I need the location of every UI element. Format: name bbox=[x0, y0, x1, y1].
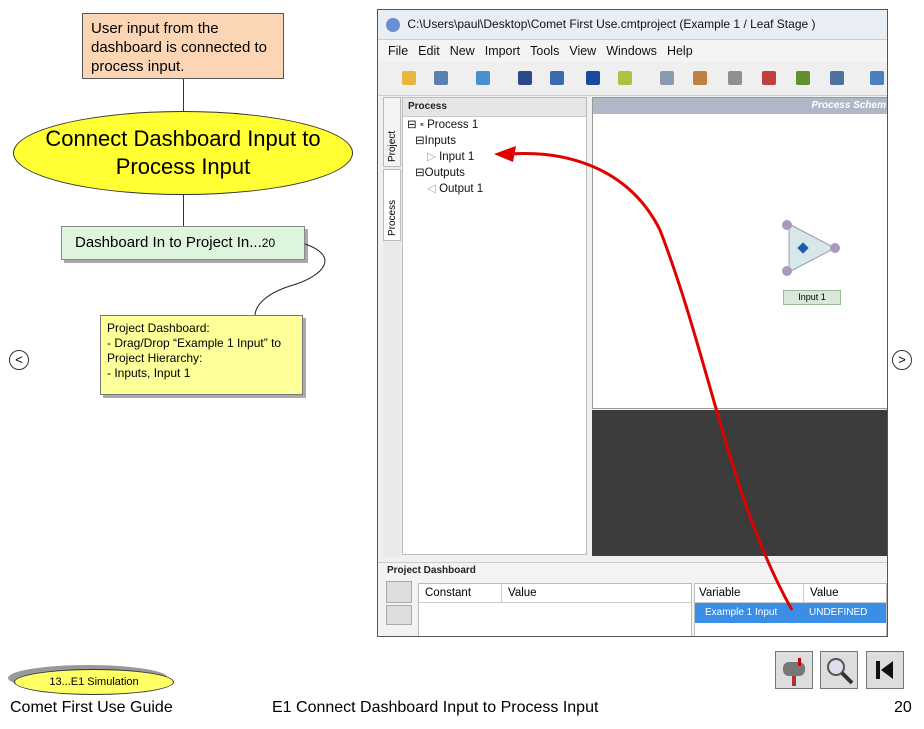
menu-import[interactable]: Import bbox=[485, 40, 520, 62]
menu-file[interactable]: File bbox=[388, 40, 408, 62]
top-note: User input from the dashboard is connect… bbox=[82, 13, 284, 79]
first-page-icon[interactable] bbox=[866, 651, 904, 689]
tool-icon[interactable] bbox=[728, 71, 742, 85]
schematic-title: Process Schem bbox=[593, 98, 887, 114]
window-title: C:\Users\paul\Desktop\Comet First Use.cm… bbox=[407, 17, 816, 31]
value-cell: UNDEFINED bbox=[809, 607, 868, 618]
tool-icon[interactable] bbox=[618, 71, 632, 85]
process-panel-title: Process bbox=[403, 98, 586, 117]
tool-icon[interactable] bbox=[476, 71, 490, 85]
drag-arrow bbox=[494, 146, 794, 611]
tool-icon[interactable] bbox=[830, 71, 844, 85]
tool-icon[interactable] bbox=[796, 71, 810, 85]
menu-view[interactable]: View bbox=[569, 40, 596, 62]
page-title: E1 Connect Dashboard Input to Process In… bbox=[272, 699, 599, 716]
window-titlebar: C:\Users\paul\Desktop\Comet First Use.cm… bbox=[378, 10, 887, 40]
menu-tools[interactable]: Tools bbox=[530, 40, 559, 62]
tool-icon[interactable] bbox=[693, 71, 707, 85]
tool-icon[interactable] bbox=[762, 71, 776, 85]
menu-edit[interactable]: Edit bbox=[418, 40, 440, 62]
step-title-ellipse: Connect Dashboard Input to Process Input bbox=[13, 111, 353, 195]
step-box-label: Dashboard In to Project In... bbox=[75, 234, 262, 251]
callout-connector bbox=[254, 243, 326, 317]
process-icon: ▪ bbox=[419, 119, 424, 131]
app-logo-icon bbox=[386, 17, 400, 32]
tab-project[interactable]: Project bbox=[383, 97, 401, 167]
tool-icon[interactable] bbox=[660, 71, 674, 85]
instruction-note: Project Dashboard: - Drag/Drop “Example … bbox=[100, 315, 303, 395]
tree-node-process[interactable]: ⊟ ▪ Process 1 bbox=[403, 117, 586, 133]
tool-icon[interactable] bbox=[586, 71, 600, 85]
tool-icon[interactable] bbox=[550, 71, 564, 85]
page-number: 20 bbox=[894, 699, 912, 716]
side-tabs: Project Process bbox=[383, 97, 401, 557]
lock-icon[interactable] bbox=[386, 581, 412, 603]
save-icon[interactable] bbox=[434, 71, 448, 85]
toolbar bbox=[378, 63, 887, 96]
input-icon: ▷ bbox=[427, 151, 436, 163]
output-icon: ◁ bbox=[427, 183, 436, 195]
menu-help[interactable]: Help bbox=[667, 40, 693, 62]
tool-icon[interactable] bbox=[870, 71, 884, 85]
dashboard-tool-icon[interactable] bbox=[386, 605, 412, 625]
menu-windows[interactable]: Windows bbox=[606, 40, 657, 62]
menu-new[interactable]: New bbox=[450, 40, 475, 62]
connector-line bbox=[183, 195, 184, 226]
tab-process[interactable]: Process bbox=[383, 169, 401, 241]
search-icon[interactable] bbox=[820, 651, 858, 689]
mailbox-icon[interactable] bbox=[775, 651, 813, 689]
next-page-button[interactable]: > bbox=[892, 350, 912, 370]
guide-title: Comet First Use Guide bbox=[10, 699, 173, 716]
breadcrumb-button[interactable]: 13...E1 Simulation bbox=[14, 669, 174, 695]
tool-icon[interactable] bbox=[518, 71, 532, 85]
prev-page-button[interactable]: < bbox=[9, 350, 29, 370]
connector-line bbox=[183, 79, 184, 111]
open-icon[interactable] bbox=[402, 71, 416, 85]
menubar: File Edit New Import Tools View Windows Help bbox=[378, 40, 887, 62]
